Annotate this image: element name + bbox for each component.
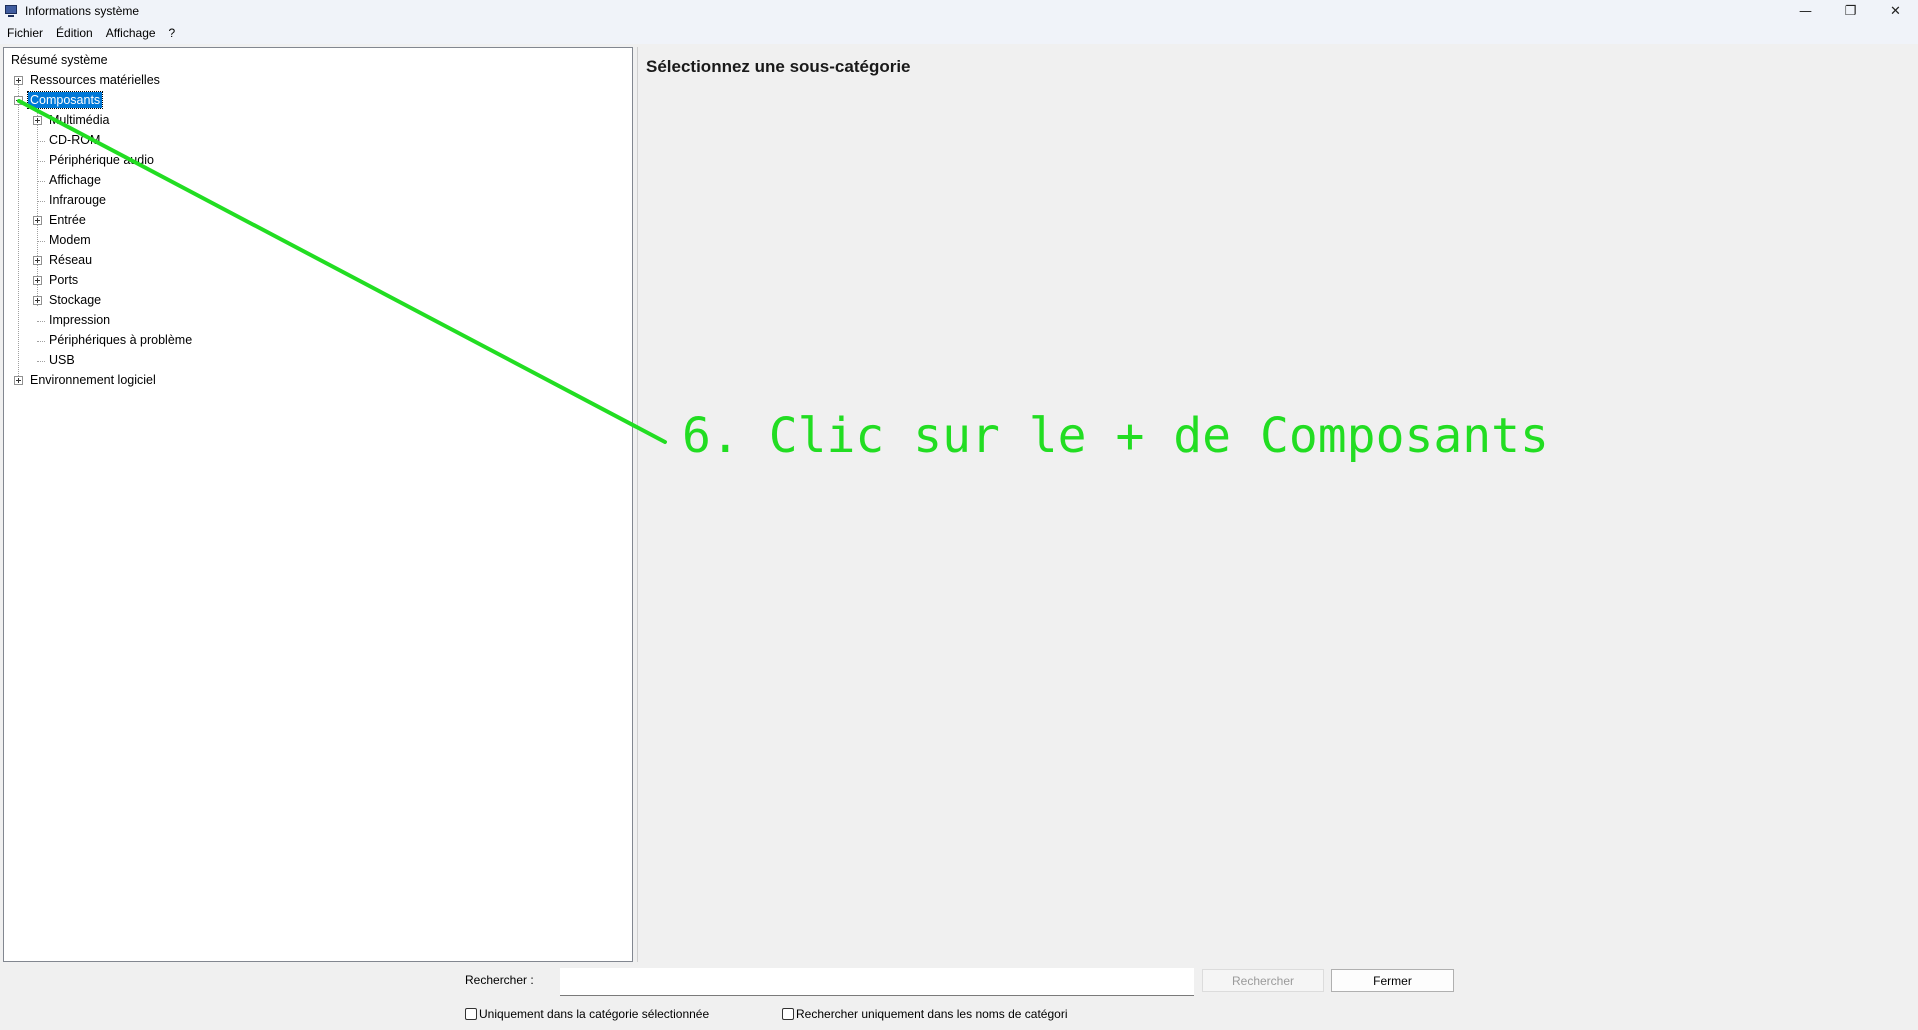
expand-plus-icon[interactable] bbox=[14, 76, 23, 85]
maximize-button[interactable]: ❐ bbox=[1828, 0, 1873, 22]
expand-plus-icon[interactable] bbox=[33, 216, 42, 225]
tree-item[interactable]: Composants bbox=[26, 91, 104, 109]
expand-plus-icon[interactable] bbox=[33, 256, 42, 265]
tree-item[interactable]: Réseau bbox=[47, 251, 94, 269]
menu-help[interactable]: ? bbox=[169, 26, 176, 40]
tree-item-label: Périphérique audio bbox=[49, 153, 154, 167]
tree-item-label: CD-ROM bbox=[49, 133, 101, 147]
category-only-label: Uniquement dans la catégorie sélectionné… bbox=[479, 1007, 710, 1021]
tree-item[interactable]: Modem bbox=[47, 231, 93, 249]
menu-edition[interactable]: Édition bbox=[56, 26, 93, 40]
tree-branch-line bbox=[37, 361, 45, 362]
tree-item[interactable]: Stockage bbox=[47, 291, 103, 309]
names-only-checkbox[interactable] bbox=[782, 1008, 794, 1020]
expand-plus-icon[interactable] bbox=[33, 276, 42, 285]
tree-item-label: Ports bbox=[49, 273, 79, 287]
tree-item[interactable]: USB bbox=[47, 351, 77, 369]
minimize-button[interactable]: — bbox=[1783, 0, 1828, 22]
tree-item[interactable]: Ports bbox=[47, 271, 80, 289]
tree-item[interactable]: Entrée bbox=[47, 211, 88, 229]
tree-item-label: Environnement logiciel bbox=[30, 373, 156, 387]
tree-item-label: Ressources matérielles bbox=[30, 73, 160, 87]
window-title: Informations système bbox=[25, 4, 140, 18]
tree-item-label: Composants bbox=[26, 91, 104, 109]
names-only-label: Rechercher uniquement dans les noms de c… bbox=[796, 1007, 1068, 1021]
collapse-minus-icon[interactable] bbox=[14, 96, 23, 105]
tree-branch-line bbox=[37, 181, 45, 182]
tree-item[interactable]: Résumé système bbox=[9, 51, 110, 69]
tree-item-label: Infrarouge bbox=[49, 193, 106, 207]
tree-item-label: Résumé système bbox=[11, 53, 108, 67]
tree-branch-line bbox=[37, 341, 45, 342]
search-input[interactable] bbox=[560, 968, 1194, 996]
tree-item-label: Stockage bbox=[49, 293, 102, 307]
close-dialog-button[interactable]: Fermer bbox=[1331, 969, 1454, 992]
tree-branch-line bbox=[37, 141, 45, 142]
tree-item[interactable]: Environnement logiciel bbox=[28, 371, 158, 389]
category-only-option[interactable]: Uniquement dans la catégorie sélectionné… bbox=[465, 1007, 709, 1021]
tree-item-label: Affichage bbox=[49, 173, 101, 187]
title-bar: Informations système — ❐ ✕ bbox=[0, 0, 1918, 22]
tree-item[interactable]: Ressources matérielles bbox=[28, 71, 162, 89]
tree-item[interactable]: Infrarouge bbox=[47, 191, 108, 209]
tree-item[interactable]: Multimédia bbox=[47, 111, 111, 129]
tree-item[interactable]: Affichage bbox=[47, 171, 103, 189]
system-info-app-icon bbox=[4, 4, 18, 18]
tree-item[interactable]: Périphériques à problème bbox=[47, 331, 194, 349]
tree-branch-line bbox=[37, 161, 45, 162]
tree-branch-line bbox=[37, 241, 45, 242]
annotation-text: 6. Clic sur le + de Composants bbox=[682, 408, 1549, 464]
tree-item-label: Périphériques à problème bbox=[49, 333, 193, 347]
close-button[interactable]: ✕ bbox=[1873, 0, 1918, 22]
tree-item[interactable]: CD-ROM bbox=[47, 131, 102, 149]
tree-item-label: Réseau bbox=[49, 253, 93, 267]
category-tree[interactable]: Résumé système Ressources matérielles Comp… bbox=[3, 47, 633, 962]
tree-branch-line bbox=[37, 321, 45, 322]
menu-affichage[interactable]: Affichage bbox=[106, 26, 156, 40]
window-controls: — ❐ ✕ bbox=[1783, 0, 1918, 22]
search-label: Rechercher : bbox=[465, 973, 534, 987]
tree-item-label: Impression bbox=[49, 313, 111, 327]
names-only-option[interactable]: Rechercher uniquement dans les noms de c… bbox=[782, 1007, 1068, 1021]
tree-item-label: Entrée bbox=[49, 213, 86, 227]
tree-item[interactable]: Impression bbox=[47, 311, 112, 329]
tree-item-label: Multimédia bbox=[49, 113, 110, 127]
category-only-checkbox[interactable] bbox=[465, 1008, 477, 1020]
expand-plus-icon[interactable] bbox=[14, 376, 23, 385]
menu-fichier[interactable]: Fichier bbox=[7, 26, 43, 40]
search-button[interactable]: Rechercher bbox=[1202, 969, 1324, 992]
tree-item[interactable]: Périphérique audio bbox=[47, 151, 156, 169]
expand-plus-icon[interactable] bbox=[33, 296, 42, 305]
details-panel: Sélectionnez une sous-catégorie bbox=[637, 47, 1915, 962]
tree-item-label: Modem bbox=[49, 233, 91, 247]
menu-bar: Fichier Édition Affichage ? bbox=[0, 22, 1918, 44]
tree-line-root bbox=[18, 81, 19, 378]
tree-branch-line bbox=[37, 201, 45, 202]
details-heading: Sélectionnez une sous-catégorie bbox=[646, 57, 911, 76]
tree-item-label: USB bbox=[49, 353, 75, 367]
expand-plus-icon[interactable] bbox=[33, 116, 42, 125]
